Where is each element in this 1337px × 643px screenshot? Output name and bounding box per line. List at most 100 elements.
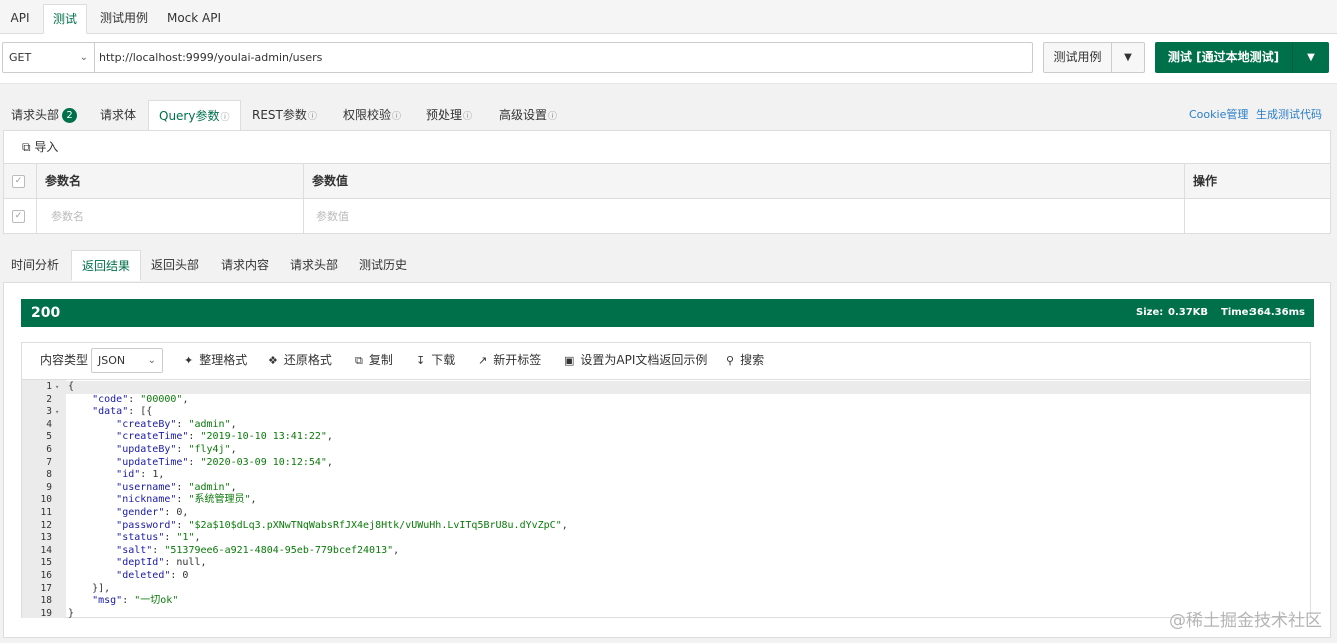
line-number: 1 xyxy=(46,381,52,392)
tab-label: 权限校验 xyxy=(343,108,392,122)
test-case-dropdown-icon[interactable]: ▼ xyxy=(1112,43,1144,72)
count-badge: 2 xyxy=(62,108,78,123)
line-number: 3 xyxy=(46,406,52,418)
tab-auth[interactable]: 权限校验ⓘ xyxy=(333,100,411,130)
code-line: "updateBy": "fly4j", xyxy=(116,444,237,455)
request-tabs: 请求头部 2 请求体 Query参数ⓘ REST参数ⓘ 权限校验ⓘ 预处理ⓘ 高级… xyxy=(0,100,1337,131)
generate-code-link[interactable]: 生成测试代码 xyxy=(1256,100,1322,130)
info-icon: ⓘ xyxy=(548,112,558,122)
line-number: 9 xyxy=(46,481,52,493)
tab-preprocess[interactable]: 预处理ⓘ xyxy=(416,100,482,130)
set-example-button[interactable]: ▣ 设置为API文档返回示例 xyxy=(564,343,707,378)
search-icon: ⚲ xyxy=(726,354,735,367)
format-select[interactable]: JSON ⌄ xyxy=(91,348,163,373)
code-line: "data": [{ xyxy=(92,406,153,418)
new-tab-button[interactable]: ↗ 新开标签 xyxy=(478,343,541,378)
top-tab-bar: API 测试 测试用例 Mock API xyxy=(0,0,1337,34)
viewer-toolbar: 内容类型 JSON ⌄ ✦ 整理格式 ❖ 还原格式 ⧉ 复制 ↧ 下载 ↗ 新开标签 ▣ 设… xyxy=(22,343,1310,379)
response-panel: 200 Size: 0.37KB Time: 364.36ms 内容类型 JSO… xyxy=(3,282,1331,638)
checkbox-icon[interactable]: ✓ xyxy=(12,175,25,188)
tab-label: 高级设置 xyxy=(499,108,548,122)
search-button[interactable]: ⚲ 搜索 xyxy=(726,343,764,378)
tab-test-cases[interactable]: 测试用例 xyxy=(93,4,155,34)
chevron-down-icon: ⌄ xyxy=(79,52,88,63)
status-bar: 200 Size: 0.37KB Time: 364.36ms xyxy=(21,299,1314,327)
tab-api[interactable]: API xyxy=(2,4,38,34)
fold-arrow-icon[interactable]: ▾ xyxy=(55,406,59,419)
request-url-row: GET ⌄ http://localhost:9999/youlai-admin… xyxy=(0,34,1337,84)
code-line: } xyxy=(68,607,75,619)
code-line: "nickname": "系统管理员", xyxy=(116,494,257,506)
param-name-input[interactable]: 参数名 xyxy=(37,199,304,234)
tab-label: 请求头部 xyxy=(11,108,60,122)
restore-button[interactable]: ❖ 还原格式 xyxy=(268,343,332,378)
param-value-input[interactable]: 参数值 xyxy=(304,199,1185,234)
restore-icon: ❖ xyxy=(268,354,278,367)
beautify-label: 整理格式 xyxy=(199,353,248,367)
line-number: 18 xyxy=(40,595,52,607)
code-line: "createTime": "2019-10-10 13:41:22", xyxy=(116,431,333,443)
tab-request-content[interactable]: 请求内容 xyxy=(211,250,279,280)
watermark: @稀土掘金技术社区 xyxy=(1169,611,1322,631)
tab-response-headers[interactable]: 返回头部 xyxy=(141,250,209,280)
time-label: Time: xyxy=(1221,307,1253,318)
line-number: 5 xyxy=(46,431,52,443)
tab-response-result[interactable]: 返回结果 xyxy=(71,250,142,281)
import-button[interactable]: ⧉ 导入 xyxy=(22,131,58,164)
url-input[interactable]: http://localhost:9999/youlai-admin/users xyxy=(99,43,322,72)
format-value: JSON xyxy=(98,354,126,367)
tab-time-analysis[interactable]: 时间分析 xyxy=(1,250,69,280)
code-line: "username": "admin", xyxy=(116,481,237,493)
method-select[interactable]: GET ⌄ xyxy=(3,43,95,72)
line-number: 10 xyxy=(40,494,52,506)
code-line: "createBy": "admin", xyxy=(116,418,237,430)
tab-query-params[interactable]: Query参数ⓘ xyxy=(148,100,241,131)
line-number: 14 xyxy=(40,544,52,556)
info-icon: ⓘ xyxy=(220,113,230,123)
download-button[interactable]: ↧ 下载 xyxy=(416,343,455,378)
beautify-icon: ✦ xyxy=(184,354,194,367)
tab-mock-api[interactable]: Mock API xyxy=(162,4,226,34)
line-gutter: 1 ▾ 2 3 ▾ 4 5 6 7 8 9 10 11 12 13 14 15 16 17 18 19 xyxy=(22,380,66,619)
info-icon: ⓘ xyxy=(463,112,473,122)
download-label: 下载 xyxy=(431,353,456,367)
cookie-manage-link[interactable]: Cookie管理 xyxy=(1189,100,1248,130)
header-checkbox-cell: ✓ xyxy=(4,164,37,199)
set-example-label: 设置为API文档返回示例 xyxy=(580,353,708,367)
code-editor[interactable]: 1 ▾ 2 3 ▾ 4 5 6 7 8 9 10 11 12 13 14 15 16 17 18 19 { "code"… xyxy=(22,379,1310,619)
tab-label: 请求体 xyxy=(100,108,137,122)
column-header-actions: 操作 xyxy=(1193,174,1218,188)
chevron-down-icon: ⌄ xyxy=(147,355,156,366)
tab-rest-params[interactable]: REST参数ⓘ xyxy=(242,100,327,130)
line-number: 16 xyxy=(40,570,52,581)
line-number: 15 xyxy=(40,557,52,569)
tab-label: Query参数 xyxy=(159,109,220,123)
run-test-button[interactable]: 测试 [通过本地测试] ▼ xyxy=(1155,42,1329,73)
import-icon: ⧉ xyxy=(22,140,31,154)
copy-button[interactable]: ⧉ 复制 xyxy=(355,343,393,378)
fold-arrow-icon[interactable]: ▾ xyxy=(55,381,59,394)
result-tabs: 时间分析 返回结果 返回头部 请求内容 请求头部 测试历史 xyxy=(0,250,1337,281)
tab-request-headers-result[interactable]: 请求头部 xyxy=(280,250,348,280)
tab-request-body[interactable]: 请求体 xyxy=(90,100,146,130)
tab-request-headers[interactable]: 请求头部 2 xyxy=(1,100,87,130)
row-actions-cell xyxy=(1185,199,1332,234)
code-line: "password": "$2a$10$dLq3.pXNwTNqWabsRfJX… xyxy=(116,519,568,531)
run-test-dropdown-icon[interactable]: ▼ xyxy=(1293,42,1329,73)
test-case-button[interactable]: 测试用例 ▼ xyxy=(1043,42,1145,73)
import-label: 导入 xyxy=(34,140,59,154)
beautify-button[interactable]: ✦ 整理格式 xyxy=(184,343,247,378)
import-bar: ⧉ 导入 xyxy=(4,131,1330,164)
code-line: "deleted": 0 xyxy=(116,570,189,581)
search-label: 搜索 xyxy=(740,353,765,367)
copy-label: 复制 xyxy=(368,353,393,367)
code-line: "gender": 0, xyxy=(116,507,189,518)
tab-test[interactable]: 测试 xyxy=(43,4,87,34)
tab-advanced[interactable]: 高级设置ⓘ xyxy=(489,100,567,130)
checkbox-icon[interactable]: ✓ xyxy=(12,210,25,223)
query-params-panel: ⧉ 导入 ✓ 参数名 参数值 操作 ✓ 参数名 参数值 xyxy=(3,130,1331,234)
line-number: 13 xyxy=(40,532,52,544)
line-number: 12 xyxy=(40,519,52,531)
tab-test-history[interactable]: 测试历史 xyxy=(349,250,417,280)
info-icon: ⓘ xyxy=(392,112,402,122)
